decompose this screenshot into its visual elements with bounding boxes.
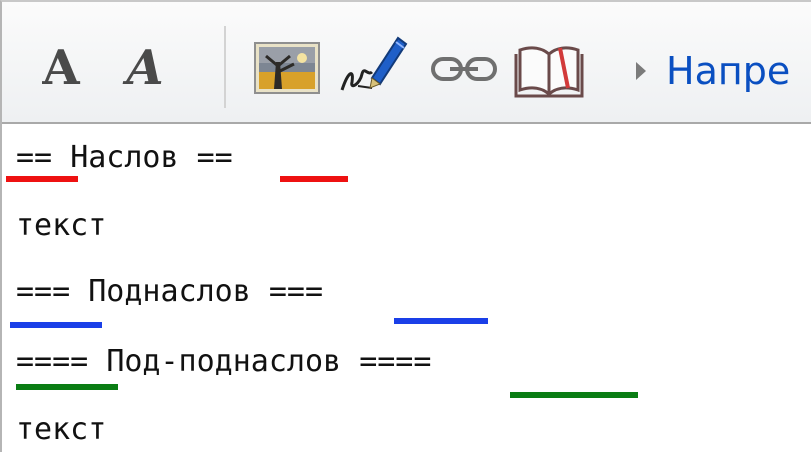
level4-open-underline xyxy=(16,384,118,390)
bold-button[interactable]: A xyxy=(36,38,86,98)
wiki-editor: A A Напре == Наслов == текст === Поднасл… xyxy=(0,0,811,452)
level2-open-underline xyxy=(6,176,78,182)
level2-close-underline xyxy=(280,176,348,182)
italic-button[interactable]: A xyxy=(120,38,170,98)
signature-icon[interactable] xyxy=(338,32,410,96)
heading-title: Под-поднаслов xyxy=(106,344,342,379)
heading-level3-line: === Поднаслов === xyxy=(16,270,323,314)
level3-open-underline xyxy=(10,322,102,328)
heading-level4-line: ==== Под-поднаслов ==== xyxy=(16,340,431,384)
heading-open-markup: ==== xyxy=(16,344,89,379)
heading-close-markup: == xyxy=(196,140,233,175)
heading-open-markup: == xyxy=(16,140,53,175)
heading-open-markup: === xyxy=(16,274,71,309)
embedded-image-icon[interactable] xyxy=(254,42,320,94)
heading-level2-line: == Наслов == xyxy=(16,136,233,180)
editor-toolbar: A A Напре xyxy=(2,2,811,124)
level4-close-underline xyxy=(510,392,638,398)
play-arrow-icon[interactable] xyxy=(634,60,648,82)
link-icon[interactable] xyxy=(430,52,498,86)
level3-close-underline xyxy=(394,318,488,324)
body-text-line: текст xyxy=(16,412,107,447)
heading-close-markup: === xyxy=(268,274,324,309)
heading-title: Наслов xyxy=(70,140,179,175)
heading-title: Поднаслов xyxy=(88,274,251,309)
toolbar-separator xyxy=(224,26,226,108)
body-text-line: текст xyxy=(16,208,107,243)
editor-textarea[interactable]: == Наслов == текст === Поднаслов === ===… xyxy=(2,122,811,452)
heading-close-markup: ==== xyxy=(359,344,432,379)
book-icon[interactable] xyxy=(514,42,584,98)
advanced-link[interactable]: Напре xyxy=(666,46,790,96)
